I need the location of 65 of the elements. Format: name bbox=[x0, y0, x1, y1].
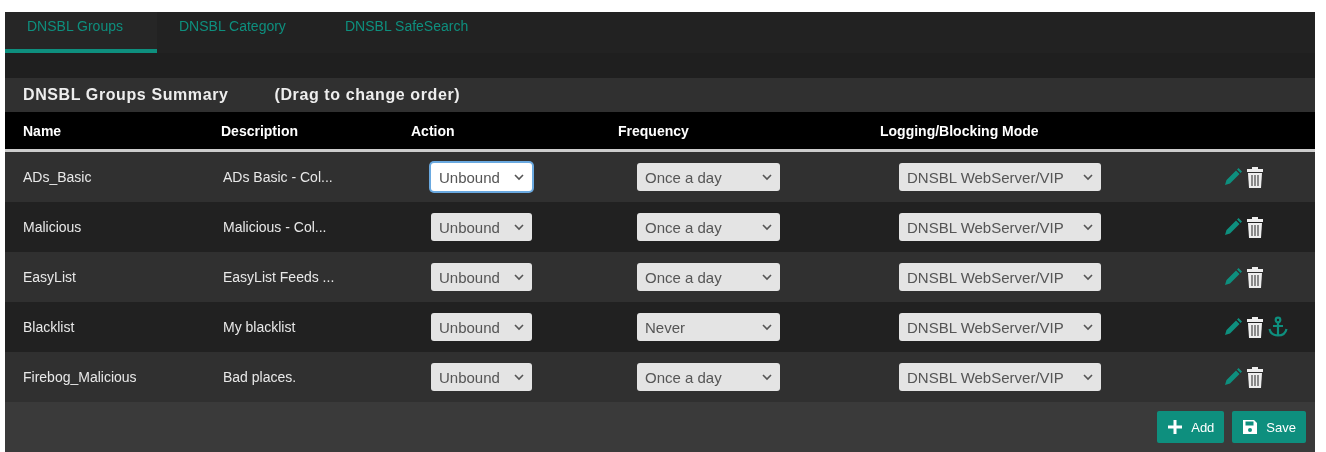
pencil-icon[interactable] bbox=[1223, 167, 1243, 187]
column-header: Frequency bbox=[618, 122, 690, 139]
trash-icon[interactable] bbox=[1246, 366, 1264, 388]
dropdown[interactable]: Unbound bbox=[431, 163, 532, 191]
dropdown[interactable]: DNSBL WebServer/VIP bbox=[899, 213, 1101, 241]
save-button[interactable]: Save bbox=[1232, 411, 1306, 443]
section-title: DNSBL Groups Summary bbox=[23, 86, 229, 104]
dropdown[interactable]: Unbound bbox=[431, 363, 532, 391]
trash-icon[interactable] bbox=[1246, 266, 1264, 288]
caret-icon bbox=[1083, 323, 1093, 331]
trash-icon[interactable] bbox=[1246, 216, 1264, 238]
table-cell-text: Malicious - Col... bbox=[223, 219, 328, 235]
table-cell-text: ADs Basic - Col... bbox=[223, 169, 334, 185]
dropdown[interactable]: DNSBL WebServer/VIP bbox=[899, 263, 1101, 291]
anchor-icon[interactable] bbox=[1267, 316, 1289, 338]
section-hint: (Drag to change order) bbox=[274, 86, 461, 104]
trash-icon[interactable] bbox=[1246, 316, 1264, 338]
caret-icon bbox=[762, 323, 772, 331]
tab[interactable]: DNSBL Category bbox=[157, 12, 323, 53]
caret-icon bbox=[762, 373, 772, 381]
caret-icon bbox=[762, 173, 772, 181]
table-cell-text: ADs_Basic bbox=[23, 169, 93, 185]
pencil-icon[interactable] bbox=[1223, 267, 1243, 287]
dropdown[interactable]: Never bbox=[637, 313, 780, 341]
save-icon bbox=[1242, 419, 1259, 435]
add-button[interactable]: Add bbox=[1157, 411, 1225, 443]
caret-icon bbox=[1083, 273, 1093, 281]
caret-icon bbox=[1083, 173, 1093, 181]
caret-icon bbox=[514, 373, 524, 381]
caret-icon bbox=[1083, 373, 1093, 381]
table-cell-text: My blacklist bbox=[223, 319, 297, 335]
dropdown[interactable]: Once a day bbox=[637, 213, 780, 241]
dropdown[interactable]: Once a day bbox=[637, 263, 780, 291]
caret-icon bbox=[514, 273, 524, 281]
dropdown[interactable]: Unbound bbox=[431, 313, 532, 341]
dropdown[interactable]: DNSBL WebServer/VIP bbox=[899, 363, 1101, 391]
caret-icon bbox=[514, 323, 524, 331]
pencil-icon[interactable] bbox=[1223, 317, 1243, 337]
caret-icon bbox=[762, 273, 772, 281]
caret-icon bbox=[762, 223, 772, 231]
table-cell-text: EasyList bbox=[23, 269, 77, 285]
dropdown[interactable]: Once a day bbox=[637, 163, 780, 191]
table-cell-text: Bad places. bbox=[223, 369, 298, 385]
table-cell-text: Firebog_Malicious bbox=[23, 369, 138, 385]
column-header: Name bbox=[23, 122, 63, 139]
dropdown[interactable]: Unbound bbox=[431, 263, 532, 291]
tab[interactable]: DNSBL SafeSearch bbox=[323, 12, 505, 53]
pencil-icon[interactable] bbox=[1223, 217, 1243, 237]
table-cell-text: Blacklist bbox=[23, 319, 76, 335]
column-header: Description bbox=[221, 122, 299, 139]
plus-icon bbox=[1167, 419, 1184, 435]
caret-icon bbox=[1083, 223, 1093, 231]
caret-icon bbox=[514, 173, 524, 181]
dropdown[interactable]: Unbound bbox=[431, 213, 532, 241]
column-header: Logging/Blocking Mode bbox=[880, 122, 1040, 139]
dropdown[interactable]: Once a day bbox=[637, 363, 780, 391]
pencil-icon[interactable] bbox=[1223, 367, 1243, 387]
dropdown[interactable]: DNSBL WebServer/VIP bbox=[899, 163, 1101, 191]
table-cell-text: EasyList Feeds ... bbox=[223, 269, 336, 285]
column-header: Action bbox=[411, 122, 456, 139]
trash-icon[interactable] bbox=[1246, 166, 1264, 188]
table-cell-text: Malicious bbox=[23, 219, 83, 235]
tab[interactable]: DNSBL Groups bbox=[5, 12, 157, 53]
caret-icon bbox=[514, 223, 524, 231]
dropdown[interactable]: DNSBL WebServer/VIP bbox=[899, 313, 1101, 341]
